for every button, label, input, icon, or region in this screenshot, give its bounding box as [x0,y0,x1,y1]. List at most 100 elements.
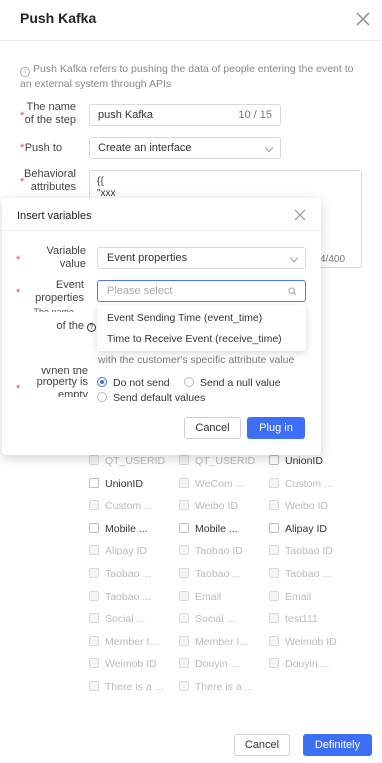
checkbox-icon [89,545,99,556]
modal-title: Insert variables [17,210,92,222]
attribute-checkbox[interactable]: Douyin ... [269,658,329,674]
checkbox-icon [179,681,189,691]
checkbox-icon [89,522,99,533]
checkbox-label: Douyin ... [285,658,330,671]
checkbox-icon [269,568,279,578]
checkbox-label: Mobile ... [195,522,238,535]
checkbox-label: UnionID [105,477,143,490]
attribute-checkbox[interactable]: Alipay ID [89,545,147,561]
attribute-checkbox[interactable]: Mobile ... [179,522,238,539]
attribute-checkbox[interactable]: There is a ... [89,681,163,697]
radio-send-default[interactable]: Send default values [97,392,205,404]
step-name-input[interactable]: push Kafka 10 / 15 [89,104,281,126]
drawer-cancel-button[interactable]: Cancel [234,734,290,756]
checkbox-label: Member I... [195,635,249,648]
info-icon: i [20,67,30,77]
attribute-checkbox[interactable]: Taobao ... [89,568,151,584]
chevron-down-icon [264,143,274,153]
attribute-checkbox[interactable]: There is a ... [179,681,253,697]
name-label-partial-top: The name [33,307,74,312]
attribute-checkbox[interactable]: test111 [269,613,318,629]
checkbox-icon [269,658,279,669]
attribute-checkbox[interactable]: Alipay ID [269,522,328,539]
attribute-checkbox[interactable]: Weibo ID [269,500,328,516]
checkbox-icon [89,613,99,624]
checkbox-icon [179,658,189,669]
checkbox-icon [89,635,99,646]
checkbox-label: Weimob ID [285,635,337,648]
attribute-checkbox[interactable]: UnionID [89,477,143,494]
attribute-checkbox[interactable]: Member I... [179,635,249,652]
attribute-checkbox[interactable]: Weibo ID [179,500,238,516]
textarea-counter: 4/400 [320,254,346,265]
attribute-checkbox[interactable]: Social ... [89,613,145,629]
attribute-checkbox[interactable]: Custom ... [269,477,333,494]
push-to-label: Push to [24,142,62,154]
plug-in-button[interactable]: Plug in [247,417,305,439]
checkbox-icon [179,500,189,511]
header-divider [0,40,382,41]
checkbox-icon [89,590,99,601]
attribute-checkbox[interactable]: UnionID [269,455,323,471]
attribute-checkbox[interactable]: Email [179,590,221,607]
checkbox-icon [89,658,99,669]
checkbox-label: QT_USERID [105,455,166,467]
attribute-checkbox[interactable]: Weimob ID [89,658,157,674]
attribute-checkbox[interactable]: Weimob ID [269,635,337,652]
event-properties-label: Event properties [35,279,84,304]
checkbox-icon [179,635,189,646]
required-mark: * [16,254,21,266]
close-icon[interactable] [293,208,307,222]
attribute-checkbox[interactable]: Taobao ... [179,568,241,584]
event-properties-select[interactable]: Please select [97,280,306,302]
attribute-checkbox[interactable]: Taobao ... [269,568,331,584]
modal-cancel-button[interactable]: Cancel [184,417,241,439]
checkbox-label: Alipay ID [285,522,328,535]
checkbox-icon [89,455,99,465]
dropdown-option[interactable]: Event Sending Time (event_time) [107,312,262,324]
checkbox-icon [269,455,279,465]
chevron-down-icon [289,253,299,263]
checkbox-label: Weimob ID [105,658,157,671]
radio-send-null[interactable]: Send a null value [184,377,281,389]
attribute-checkbox[interactable]: WeCom ... [179,477,244,494]
checkbox-label: Custom ... [285,477,333,490]
checkbox-label: Member I... [105,635,159,648]
attribute-checkbox[interactable]: QT_USERID [179,455,255,471]
attribute-checkbox[interactable]: Custom ... [89,500,153,516]
close-icon[interactable] [354,10,372,28]
checkbox-icon [89,681,99,691]
push-to-select[interactable]: Create an interface [89,137,281,159]
attribute-checkbox[interactable]: Mobile ... [89,522,148,539]
attribute-checkbox[interactable]: Taobao ID [179,545,243,561]
attribute-checkbox[interactable]: Social ... [179,613,235,629]
help-icon[interactable]: ? [87,323,96,332]
checkbox-icon [179,545,189,556]
checkbox-icon [269,477,279,488]
checkbox-label: There is a ... [105,681,164,693]
required-mark: * [16,287,21,299]
modal-header-divider [2,230,321,231]
radio-icon [184,377,194,387]
attribute-checkbox[interactable]: QT_USERID [89,455,165,471]
radio-icon [97,392,107,402]
attribute-note: with the customer's specific attribute v… [98,354,295,366]
radio-do-not-send[interactable]: Do not send [97,377,170,389]
variable-value-label: Variable value [46,245,86,270]
attribute-checkbox[interactable]: Member I... [89,635,159,652]
attribute-checkbox[interactable]: Taobao ID [269,545,333,561]
attribute-checkbox[interactable]: Email [269,590,311,607]
checkbox-icon [179,455,189,465]
variable-value-select[interactable]: Event properties [97,247,306,269]
dropdown-option[interactable]: Time to Receive Event (receive_time) [107,333,282,345]
required-mark: * [16,383,21,395]
checkbox-label: Taobao ... [285,568,332,580]
checkbox-icon [179,590,189,601]
checkbox-icon [179,568,189,578]
attribute-checkbox[interactable]: Taobao ... [89,590,151,607]
checkbox-label: Mobile ... [105,522,148,535]
checkbox-icon [179,477,189,488]
attribute-checkbox[interactable]: Douyin ... [179,658,239,674]
drawer-confirm-button[interactable]: Definitely [303,734,372,756]
checkbox-label: UnionID [285,455,323,467]
